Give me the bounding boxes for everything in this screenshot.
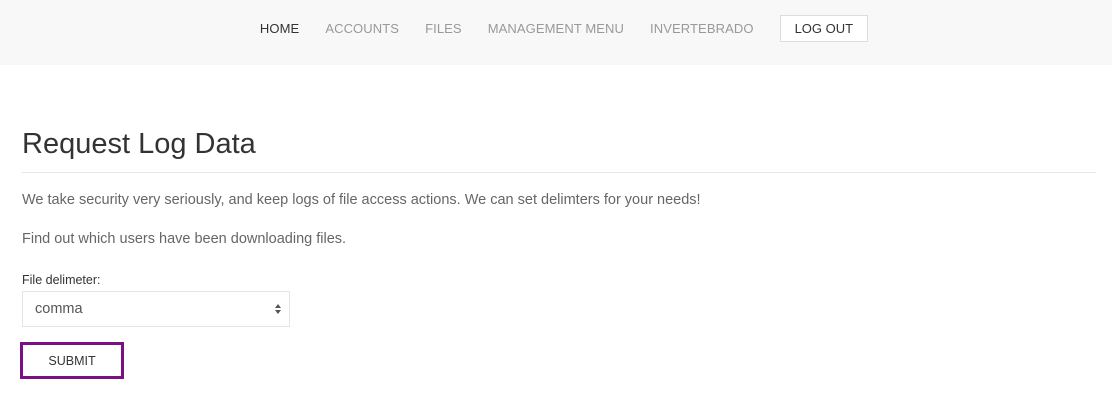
page-title: Request Log Data — [22, 128, 256, 160]
nav-menu: HOME ACCOUNTS FILES MANAGEMENT MENU INVE… — [0, 0, 1112, 57]
submit-button[interactable]: SUBMIT — [20, 342, 124, 379]
nav-management-menu[interactable]: MANAGEMENT MENU — [488, 21, 624, 36]
logout-button[interactable]: LOG OUT — [779, 15, 869, 42]
nav-invertebrado[interactable]: INVERTEBRADO — [650, 21, 754, 36]
title-divider — [22, 172, 1096, 173]
delimiter-select[interactable]: comma — [22, 291, 290, 327]
delimiter-label: File delimeter: — [22, 273, 101, 287]
intro-paragraph: We take security very seriously, and kee… — [22, 192, 701, 208]
top-navbar: HOME ACCOUNTS FILES MANAGEMENT MENU INVE… — [0, 0, 1112, 65]
nav-accounts[interactable]: ACCOUNTS — [325, 21, 399, 36]
nav-home[interactable]: HOME — [260, 21, 299, 36]
info-paragraph: Find out which users have been downloadi… — [22, 231, 347, 247]
delimiter-selected-value: comma — [35, 301, 83, 317]
sort-updown-icon — [275, 304, 281, 314]
nav-files[interactable]: FILES — [425, 21, 462, 36]
